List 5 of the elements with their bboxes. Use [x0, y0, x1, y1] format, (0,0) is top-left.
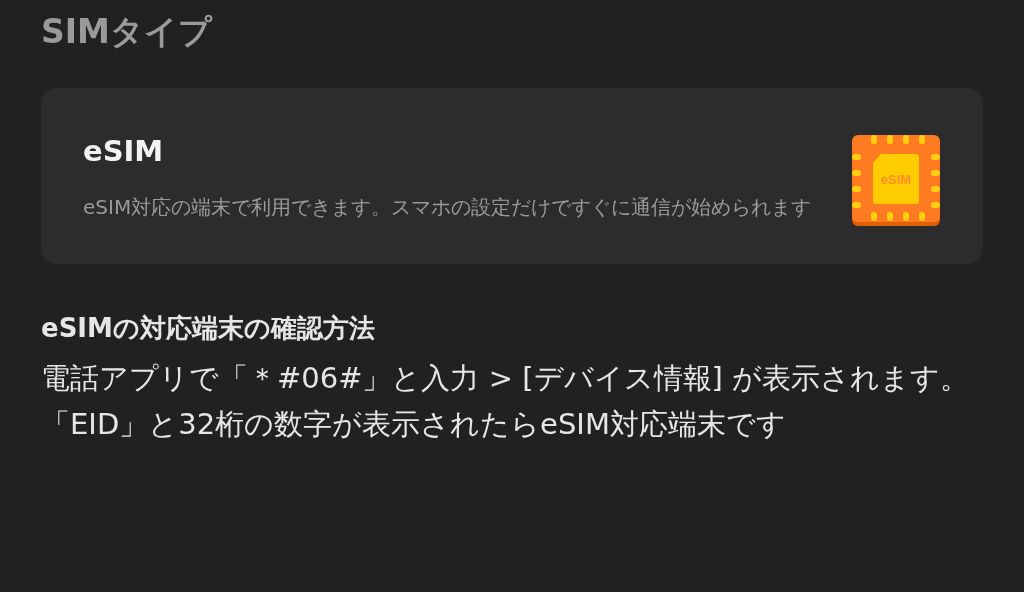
section-title: SIMタイプ — [41, 12, 214, 52]
option-description: eSIM対応の端末で利用できます。スマホの設定だけですぐに通信が始められます — [83, 194, 813, 221]
help-title: eSIMの対応端末の確認方法 — [41, 311, 376, 345]
option-title: eSIM — [83, 134, 165, 169]
help-text: 電話アプリで「＊#06#」と入力 > [デバイス情報] が表示されます。「EID」と32桁の数字が表示されたらeSIM対応端末です — [41, 360, 971, 444]
